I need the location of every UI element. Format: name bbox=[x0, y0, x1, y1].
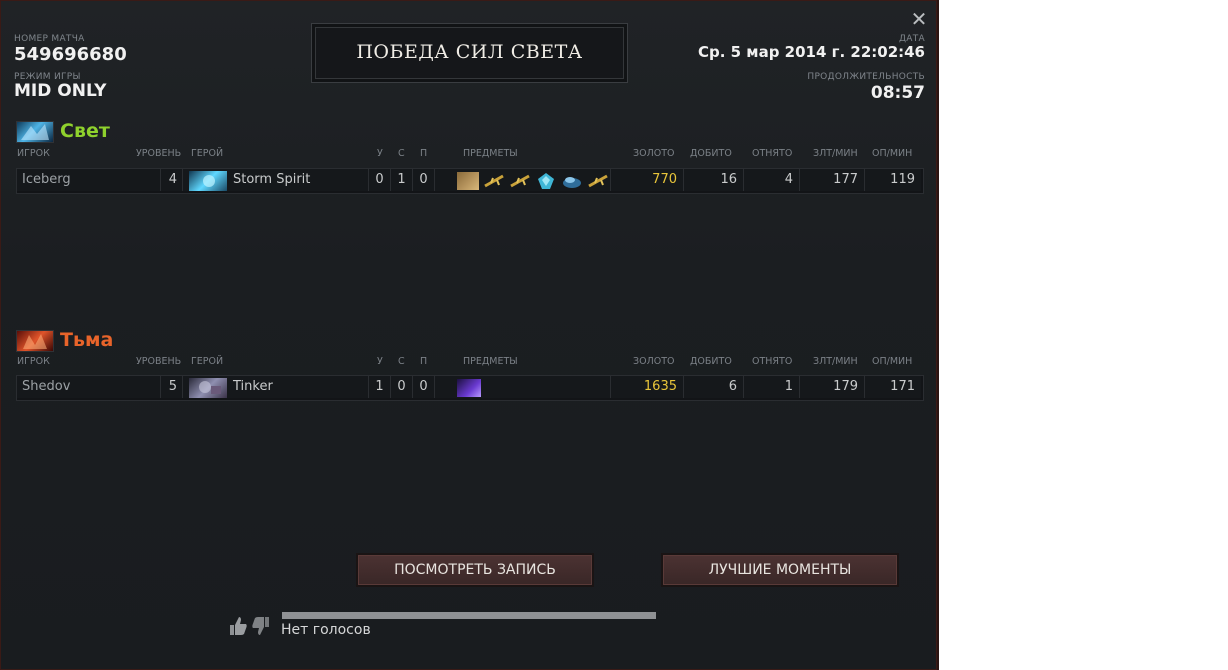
col-level: УРОВЕНЬ bbox=[136, 148, 182, 159]
dire-team-icon bbox=[16, 330, 54, 352]
col-assists: П bbox=[420, 356, 428, 367]
col-items: ПРЕДМЕТЫ bbox=[463, 148, 518, 159]
col-deaths: С bbox=[398, 356, 405, 367]
match-id-label: НОМЕР МАТЧА bbox=[14, 34, 85, 44]
denies: 4 bbox=[744, 169, 800, 191]
match-date: Ср. 5 мар 2014 г. 22:02:46 bbox=[697, 43, 925, 61]
gold: 1635 bbox=[611, 376, 684, 398]
hero-name: Storm Spirit bbox=[233, 172, 311, 187]
boots-icon[interactable] bbox=[561, 172, 583, 190]
radiant-team-icon bbox=[16, 121, 54, 143]
items-cell bbox=[435, 376, 611, 398]
player-name[interactable]: Shedov bbox=[17, 376, 161, 398]
hero-cell[interactable]: Tinker bbox=[183, 376, 369, 398]
xpm: 119 bbox=[865, 169, 921, 191]
storm-spirit-hero-icon bbox=[189, 171, 227, 191]
denies: 1 bbox=[744, 376, 800, 398]
gpm: 177 bbox=[800, 169, 865, 191]
col-player: ИГРОК bbox=[17, 148, 50, 159]
col-player: ИГРОК bbox=[17, 356, 50, 367]
assists: 0 bbox=[413, 169, 435, 191]
kills: 0 bbox=[369, 169, 391, 191]
col-gpm: ЗЛТ/МИН bbox=[813, 148, 858, 159]
match-details-panel: НОМЕР МАТЧА 549696680 РЕЖИМ ИГРЫ MID ONL… bbox=[0, 0, 939, 670]
hero-cell[interactable]: Storm Spirit bbox=[183, 169, 369, 191]
col-items: ПРЕДМЕТЫ bbox=[463, 356, 518, 367]
gpm: 179 bbox=[800, 376, 865, 398]
assists: 0 bbox=[413, 376, 435, 398]
col-gold: ЗОЛОТО bbox=[633, 148, 675, 159]
close-icon[interactable]: ✕ bbox=[908, 8, 930, 30]
col-level: УРОВЕНЬ bbox=[136, 356, 182, 367]
gem-icon[interactable] bbox=[535, 172, 557, 190]
vote-bar bbox=[282, 612, 656, 619]
col-denies: ОТНЯТО bbox=[752, 356, 793, 367]
col-hero: ГЕРОЙ bbox=[191, 148, 224, 159]
last-hits: 6 bbox=[684, 376, 744, 398]
match-duration: 08:57 bbox=[870, 83, 925, 103]
gold: 770 bbox=[611, 169, 684, 191]
hero-name: Tinker bbox=[233, 379, 273, 394]
col-gold: ЗОЛОТО bbox=[633, 356, 675, 367]
last-hits: 16 bbox=[684, 169, 744, 191]
col-gpm: ЗЛТ/МИН bbox=[813, 356, 858, 367]
player-row-radiant-1[interactable]: Iceberg 4 Storm Spirit 0 1 0 770 16 4 17… bbox=[16, 168, 924, 194]
match-id: 549696680 bbox=[14, 44, 127, 65]
kills: 1 bbox=[369, 376, 391, 398]
col-xpm: ОП/МИН bbox=[872, 356, 913, 367]
branch-icon[interactable] bbox=[509, 172, 531, 190]
deaths: 1 bbox=[391, 169, 413, 191]
col-hero: ГЕРОЙ bbox=[191, 356, 224, 367]
game-mode: MID ONLY bbox=[14, 81, 107, 101]
branch-icon[interactable] bbox=[483, 172, 505, 190]
radiant-team-title: Свет bbox=[60, 120, 110, 142]
deaths: 0 bbox=[391, 376, 413, 398]
col-last-hits: ДОБИТО bbox=[690, 356, 732, 367]
col-assists: П bbox=[420, 148, 428, 159]
tinker-hero-icon bbox=[189, 378, 227, 398]
duration-label: ПРОДОЛЖИТЕЛЬНОСТЬ bbox=[807, 72, 925, 82]
vote-status: Нет голосов bbox=[281, 622, 371, 638]
highlights-button[interactable]: ЛУЧШИЕ МОМЕНТЫ bbox=[663, 555, 897, 585]
xpm: 171 bbox=[865, 376, 921, 398]
items-cell bbox=[435, 169, 611, 191]
col-kills: У bbox=[377, 148, 383, 159]
col-deaths: С bbox=[398, 148, 405, 159]
player-name[interactable]: Iceberg bbox=[17, 169, 161, 191]
watch-replay-button[interactable]: ПОСМОТРЕТЬ ЗАПИСЬ bbox=[358, 555, 592, 585]
player-row-dire-1[interactable]: Shedov 5 Tinker 1 0 0 1635 6 1 179 171 bbox=[16, 375, 924, 401]
thumbs-up-icon[interactable] bbox=[228, 615, 248, 637]
col-last-hits: ДОБИТО bbox=[690, 148, 732, 159]
player-level: 4 bbox=[161, 169, 183, 191]
col-kills: У bbox=[377, 356, 383, 367]
dire-team-title: Тьма bbox=[60, 329, 114, 351]
scroll-icon[interactable] bbox=[457, 172, 479, 190]
result-title: ПОБЕДА СИЛ СВЕТА bbox=[356, 41, 583, 63]
branch-icon[interactable] bbox=[587, 172, 609, 190]
col-denies: ОТНЯТО bbox=[752, 148, 793, 159]
col-xpm: ОП/МИН bbox=[872, 148, 913, 159]
result-banner: ПОБЕДА СИЛ СВЕТА bbox=[311, 23, 628, 83]
bottle-icon[interactable] bbox=[457, 379, 481, 397]
thumbs-down-icon[interactable] bbox=[251, 615, 271, 637]
player-level: 5 bbox=[161, 376, 183, 398]
